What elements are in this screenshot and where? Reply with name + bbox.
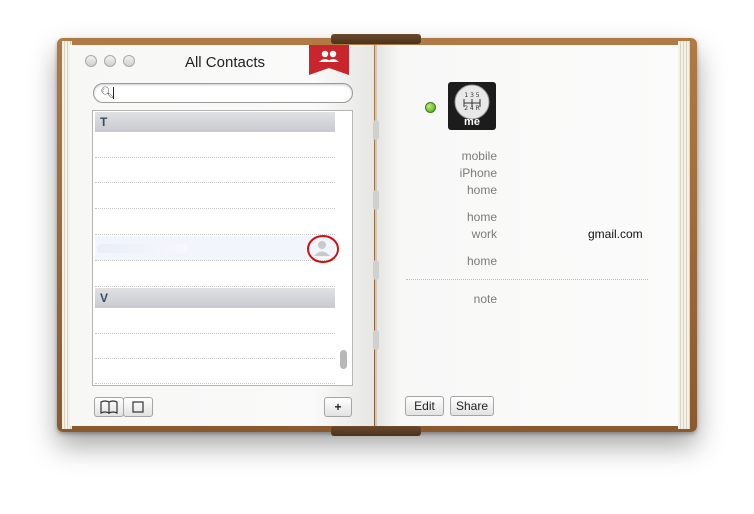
book-icon xyxy=(100,400,118,414)
groups-icon xyxy=(309,45,349,75)
card-view-button[interactable] xyxy=(123,397,153,417)
search-icon: 🔍︎ xyxy=(100,87,114,99)
list-item-selected[interactable] xyxy=(95,236,335,261)
annotation-circle xyxy=(307,235,339,263)
avatar-label: me xyxy=(464,116,480,128)
list-item[interactable] xyxy=(95,359,335,384)
card-divider xyxy=(406,279,648,280)
scrollbar-thumb[interactable] xyxy=(340,350,347,369)
field-label: mobile xyxy=(461,149,497,163)
field-label: home xyxy=(466,183,497,197)
svg-text:1 3 5: 1 3 5 xyxy=(464,92,479,99)
avatar[interactable]: 1 3 5 2 4 R me xyxy=(448,82,496,130)
close-button[interactable] xyxy=(85,55,97,67)
field-label: work xyxy=(471,227,497,241)
list-item[interactable] xyxy=(95,309,335,334)
field-label: home xyxy=(466,254,497,268)
search-field[interactable]: 🔍︎ xyxy=(93,83,353,103)
book-view-button[interactable] xyxy=(94,397,124,417)
share-button[interactable]: Share xyxy=(450,396,494,416)
status-indicator xyxy=(425,102,436,113)
binder-ring xyxy=(373,120,379,140)
list-item[interactable] xyxy=(95,158,335,183)
page-stack-right xyxy=(678,41,690,429)
list-item[interactable] xyxy=(95,210,335,235)
blurred-name xyxy=(97,244,187,253)
field-label: iPhone xyxy=(459,166,497,180)
note-label: note xyxy=(473,292,497,306)
field-value[interactable]: gmail.com xyxy=(588,227,643,241)
list-item[interactable] xyxy=(95,184,335,209)
field-label: home xyxy=(466,210,497,224)
list-item[interactable] xyxy=(95,334,335,359)
list-item[interactable] xyxy=(95,262,335,287)
window-title: All Contacts xyxy=(184,54,266,71)
section-header-t: T xyxy=(95,112,335,132)
list-item[interactable] xyxy=(95,133,335,158)
zoom-button[interactable] xyxy=(123,55,135,67)
edit-button[interactable]: Edit xyxy=(405,396,444,416)
groups-ribbon-button[interactable] xyxy=(309,45,349,75)
text-cursor xyxy=(113,87,114,99)
minimize-button[interactable] xyxy=(104,55,116,67)
square-icon xyxy=(132,401,144,413)
binder-ring xyxy=(373,330,379,350)
person-icon[interactable] xyxy=(306,234,340,264)
section-header-v: V xyxy=(95,288,335,308)
add-contact-button[interactable]: + xyxy=(324,397,352,417)
binding-top xyxy=(331,34,421,44)
binding-bottom xyxy=(331,426,421,436)
